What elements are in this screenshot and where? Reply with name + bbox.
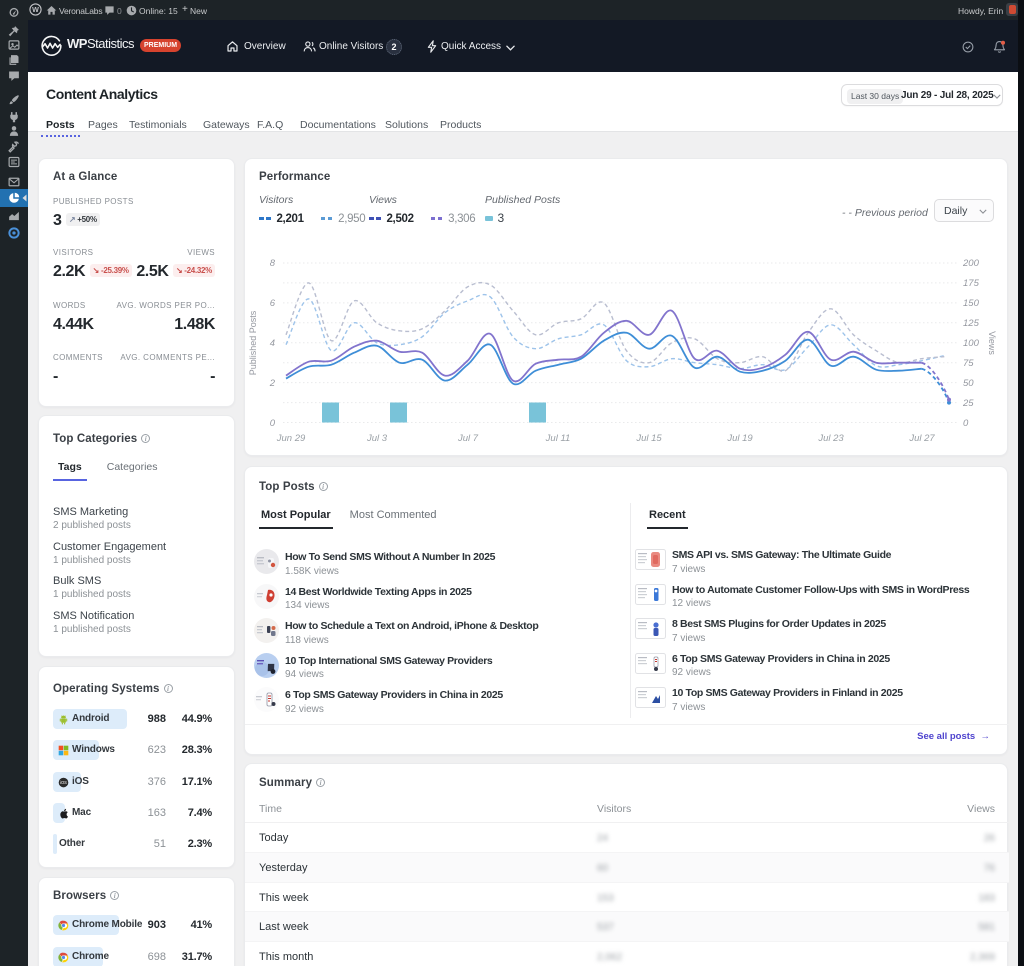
svg-text:4: 4	[270, 338, 275, 349]
svg-text:Jul 11: Jul 11	[545, 433, 571, 444]
svg-text:150: 150	[963, 298, 980, 309]
svg-text:50: 50	[963, 378, 974, 389]
svg-text:Jun 29: Jun 29	[276, 433, 306, 444]
svg-text:Jul 19: Jul 19	[726, 433, 753, 444]
svg-text:100: 100	[963, 338, 980, 349]
svg-text:6: 6	[270, 298, 276, 309]
svg-text:25: 25	[962, 398, 974, 409]
svg-text:Jul 3: Jul 3	[366, 433, 388, 444]
svg-text:Jul 27: Jul 27	[908, 433, 935, 444]
svg-text:8: 8	[270, 258, 276, 269]
svg-text:Published Posts: Published Posts	[248, 310, 258, 375]
svg-text:iOS: iOS	[60, 780, 67, 785]
svg-text:0: 0	[270, 418, 276, 429]
svg-text:W: W	[32, 6, 39, 14]
svg-text:2: 2	[269, 378, 276, 389]
svg-text:175: 175	[963, 278, 980, 289]
svg-text:Jul 15: Jul 15	[635, 433, 662, 444]
svg-text:Jul 23: Jul 23	[817, 433, 844, 444]
svg-text:75: 75	[963, 358, 974, 369]
svg-text:Views: Views	[987, 331, 997, 355]
svg-text:0: 0	[963, 418, 969, 429]
svg-text:200: 200	[962, 258, 980, 269]
svg-text:Jul 7: Jul 7	[457, 433, 479, 444]
svg-text:125: 125	[963, 318, 980, 329]
